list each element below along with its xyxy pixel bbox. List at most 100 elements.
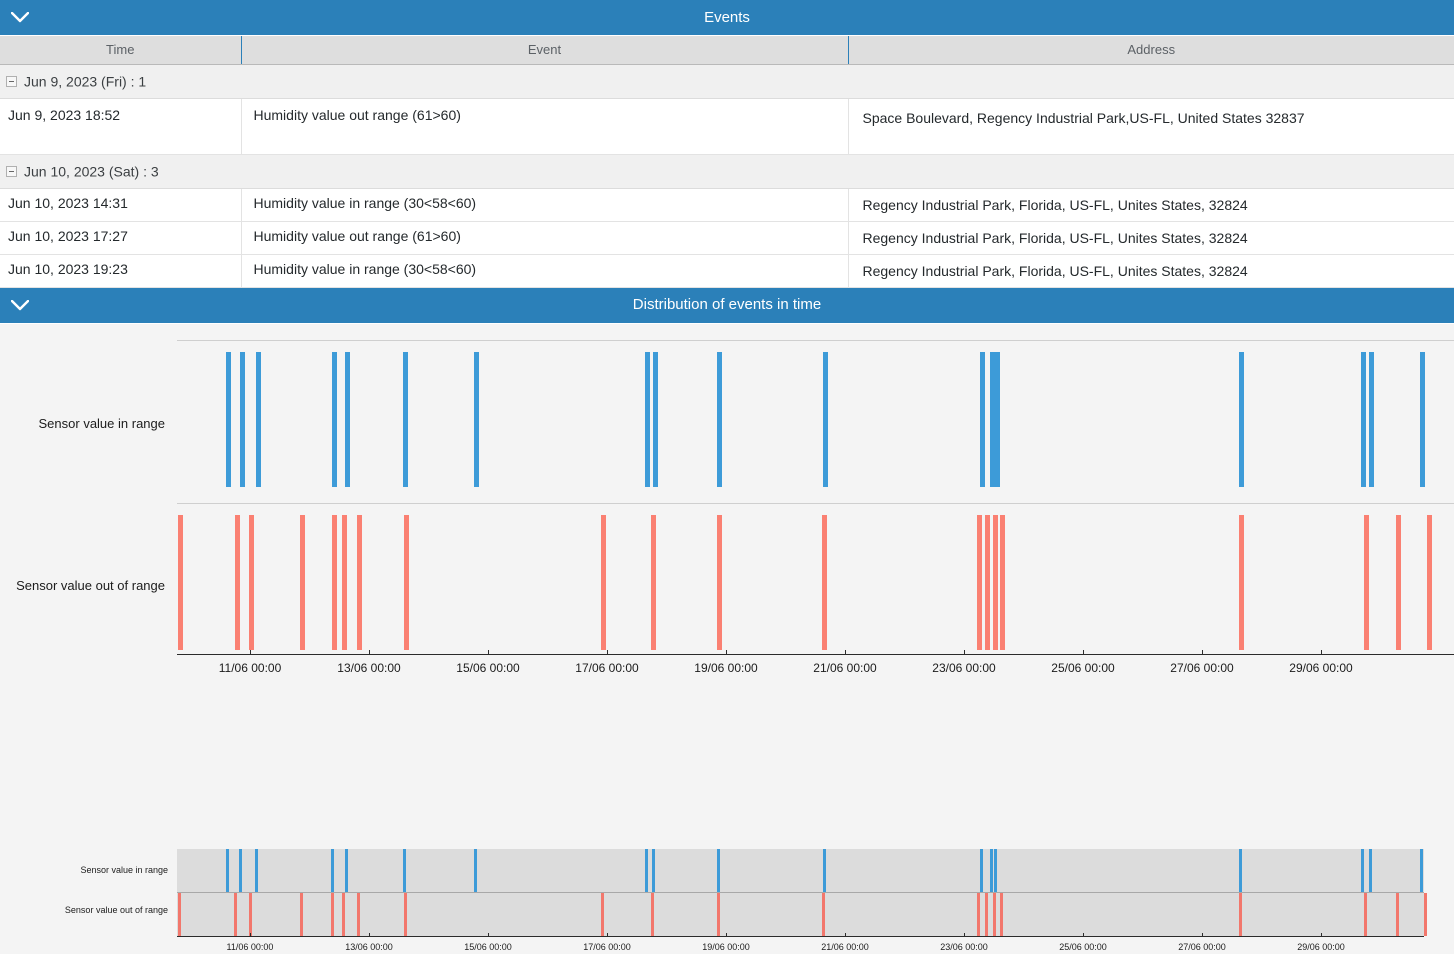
navigator-lane-out-of-range[interactable] <box>177 892 1427 936</box>
chart-navigator[interactable]: Sensor value in range Sensor value out o… <box>0 843 1454 954</box>
event-marker[interactable] <box>1420 351 1425 487</box>
event-marker[interactable] <box>1239 892 1242 936</box>
event-marker[interactable] <box>249 892 252 936</box>
event-marker[interactable] <box>332 351 337 487</box>
event-marker[interactable] <box>1000 892 1003 936</box>
navigator-x-axis-tick <box>369 932 370 937</box>
event-marker[interactable] <box>995 351 1000 487</box>
event-marker[interactable] <box>331 892 334 936</box>
event-marker[interactable] <box>474 351 479 487</box>
table-row[interactable]: Jun 10, 2023 19:23 Humidity value in ran… <box>0 254 1454 288</box>
event-marker[interactable] <box>404 514 409 650</box>
event-marker[interactable] <box>404 892 407 936</box>
event-marker[interactable] <box>993 514 998 650</box>
event-marker[interactable] <box>240 351 245 487</box>
event-marker[interactable] <box>823 848 826 892</box>
event-marker[interactable] <box>1369 848 1372 892</box>
event-marker[interactable] <box>652 848 655 892</box>
event-marker[interactable] <box>1420 848 1423 892</box>
event-marker[interactable] <box>990 848 993 892</box>
event-marker[interactable] <box>1239 514 1244 650</box>
event-marker[interactable] <box>1396 514 1401 650</box>
event-marker[interactable] <box>1239 848 1242 892</box>
event-marker[interactable] <box>993 892 996 936</box>
event-marker[interactable] <box>645 848 648 892</box>
event-marker[interactable] <box>717 848 720 892</box>
event-marker[interactable] <box>332 514 337 650</box>
event-marker[interactable] <box>256 351 261 487</box>
events-panel: Events Time Event Address Jun 9, 2023 (F… <box>0 0 1454 288</box>
event-marker[interactable] <box>1427 514 1432 650</box>
event-marker[interactable] <box>980 351 985 487</box>
event-marker[interactable] <box>645 351 650 487</box>
table-row[interactable]: Jun 9, 2023 18:52 Humidity value out ran… <box>0 98 1454 155</box>
event-marker[interactable] <box>977 892 980 936</box>
event-marker[interactable] <box>601 514 606 650</box>
event-marker[interactable] <box>980 848 983 892</box>
event-marker[interactable] <box>651 892 654 936</box>
group-row[interactable]: Jun 10, 2023 (Sat) : 3 <box>0 154 1454 189</box>
event-marker[interactable] <box>345 848 348 892</box>
event-marker[interactable] <box>345 351 350 487</box>
distribution-panel-header[interactable]: Distribution of events in time <box>0 287 1454 324</box>
event-marker[interactable] <box>403 351 408 487</box>
collapse-toggle-icon[interactable] <box>6 76 17 88</box>
table-row[interactable]: Jun 10, 2023 17:27 Humidity value out ra… <box>0 221 1454 255</box>
event-marker[interactable] <box>1239 351 1244 487</box>
event-marker[interactable] <box>331 848 334 892</box>
event-marker[interactable] <box>985 514 990 650</box>
x-axis-tick-label: 25/06 00:00 <box>1051 660 1115 675</box>
event-marker[interactable] <box>822 514 827 650</box>
event-marker[interactable] <box>1364 892 1367 936</box>
event-marker[interactable] <box>357 514 362 650</box>
x-axis-tick-label: 29/06 00:00 <box>1289 660 1353 675</box>
group-row[interactable]: Jun 9, 2023 (Fri) : 1 <box>0 64 1454 99</box>
event-marker[interactable] <box>226 351 231 487</box>
event-marker[interactable] <box>178 892 181 936</box>
event-marker[interactable] <box>234 892 237 936</box>
event-marker[interactable] <box>1369 351 1374 487</box>
event-marker[interactable] <box>226 848 229 892</box>
column-header-address[interactable]: Address <box>848 36 1454 65</box>
event-marker[interactable] <box>1000 514 1005 650</box>
column-header-event[interactable]: Event <box>241 36 849 65</box>
cell-event: Humidity value in range (30<58<60) <box>241 188 849 222</box>
chevron-down-icon[interactable] <box>0 12 40 23</box>
events-panel-header[interactable]: Events <box>0 0 1454 36</box>
event-marker[interactable] <box>235 514 240 650</box>
events-distribution-chart[interactable]: Sensor value in range Sensor value out o… <box>0 323 1454 844</box>
navigator-lane-in-range[interactable] <box>177 848 1424 892</box>
event-marker[interactable] <box>1361 848 1364 892</box>
event-marker[interactable] <box>1364 514 1369 650</box>
event-marker[interactable] <box>601 892 604 936</box>
event-marker[interactable] <box>822 892 825 936</box>
event-marker[interactable] <box>239 848 242 892</box>
event-marker[interactable] <box>357 892 360 936</box>
event-marker[interactable] <box>249 514 254 650</box>
chevron-down-icon[interactable] <box>0 299 40 311</box>
collapse-toggle-icon[interactable] <box>6 166 17 178</box>
table-row[interactable]: Jun 10, 2023 14:31 Humidity value in ran… <box>0 188 1454 222</box>
event-marker[interactable] <box>985 892 988 936</box>
event-marker[interactable] <box>1424 892 1427 936</box>
event-marker[interactable] <box>403 848 406 892</box>
x-axis-tick <box>726 649 727 655</box>
event-marker[interactable] <box>994 848 997 892</box>
event-marker[interactable] <box>474 848 477 892</box>
event-marker[interactable] <box>823 351 828 487</box>
event-marker[interactable] <box>651 514 656 650</box>
event-marker[interactable] <box>717 514 722 650</box>
event-marker[interactable] <box>342 514 347 650</box>
event-marker[interactable] <box>178 514 183 650</box>
event-marker[interactable] <box>342 892 345 936</box>
column-header-time[interactable]: Time <box>0 36 242 65</box>
event-marker[interactable] <box>1361 351 1366 487</box>
event-marker[interactable] <box>1396 892 1399 936</box>
event-marker[interactable] <box>717 892 720 936</box>
event-marker[interactable] <box>977 514 982 650</box>
event-marker[interactable] <box>300 514 305 650</box>
event-marker[interactable] <box>653 351 658 487</box>
event-marker[interactable] <box>255 848 258 892</box>
event-marker[interactable] <box>300 892 303 936</box>
event-marker[interactable] <box>717 351 722 487</box>
